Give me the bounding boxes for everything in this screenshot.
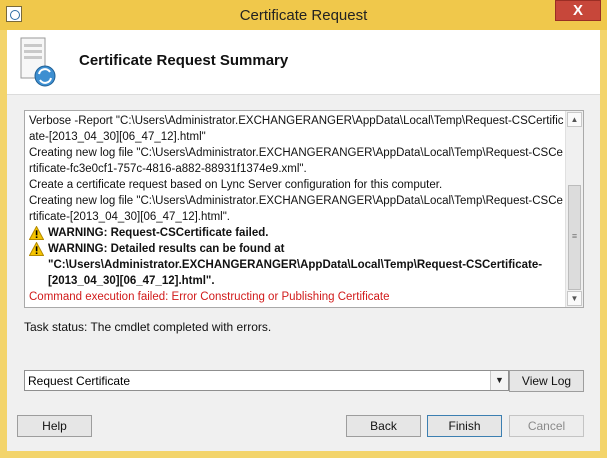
certificate-request-window: Certificate Request X Certificate Reques…	[0, 0, 607, 458]
warning-text-2: WARNING: Detailed results can be found a…	[48, 243, 543, 287]
log-line: Creating new log file "C:\Users\Administ…	[29, 147, 563, 175]
log-content: Verbose -Report "C:\Users\Administrator.…	[29, 113, 564, 305]
scroll-down-arrow-icon[interactable]: ▼	[567, 291, 582, 306]
page-title: Certificate Request Summary	[79, 52, 289, 69]
title-bar[interactable]: Certificate Request X	[0, 0, 607, 30]
log-scrollbar[interactable]: ▲ ≡ ▼	[565, 111, 583, 307]
log-line: Verbose -Report "C:\Users\Administrator.…	[29, 115, 564, 143]
warning-line-1: WARNING: Request-CSCertificate failed.	[29, 225, 564, 241]
action-select-value: Request Certificate	[28, 374, 131, 388]
log-line: Create a certificate request based on Ly…	[29, 179, 443, 191]
task-status-text: Task status: The cmdlet completed with e…	[24, 320, 272, 334]
certificate-server-icon	[20, 37, 56, 87]
cancel-button[interactable]: Cancel	[509, 415, 584, 437]
warning-icon	[29, 226, 44, 240]
close-button[interactable]: X	[555, 0, 601, 21]
scroll-up-arrow-icon[interactable]: ▲	[567, 112, 582, 127]
warning-icon	[29, 242, 44, 256]
chevron-down-icon[interactable]: ▼	[490, 371, 508, 390]
help-button[interactable]: Help	[17, 415, 92, 437]
warning-line-2: WARNING: Detailed results can be found a…	[29, 241, 564, 289]
finish-button[interactable]: Finish	[427, 415, 502, 437]
view-log-button[interactable]: View Log	[509, 370, 584, 392]
window-title: Certificate Request	[239, 7, 368, 24]
dialog-client-area: Certificate Request Summary Verbose -Rep…	[7, 30, 600, 451]
scroll-thumb[interactable]: ≡	[568, 185, 581, 290]
log-line: Creating new log file "C:\Users\Administ…	[29, 195, 563, 223]
action-select[interactable]: Request Certificate ▼	[24, 370, 509, 391]
back-button[interactable]: Back	[346, 415, 421, 437]
error-message: Command execution failed: Error Construc…	[29, 291, 390, 303]
warning-text-1: WARNING: Request-CSCertificate failed.	[48, 227, 269, 239]
wizard-header: Certificate Request Summary	[7, 30, 600, 95]
log-output-box[interactable]: Verbose -Report "C:\Users\Administrator.…	[24, 110, 584, 308]
